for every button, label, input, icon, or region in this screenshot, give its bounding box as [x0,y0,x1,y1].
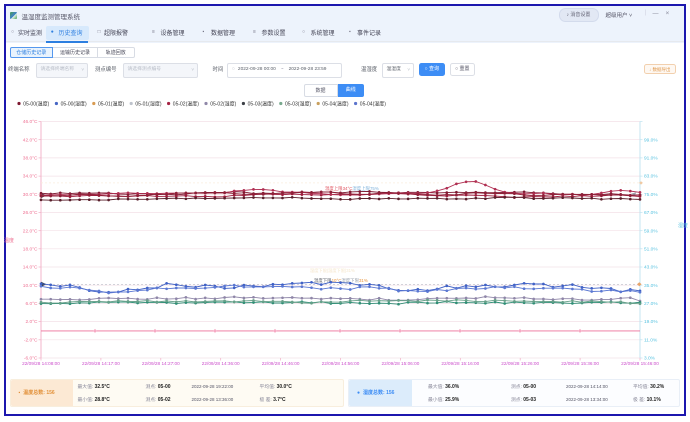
svg-text:05-00(温度): 05-00(温度) [23,101,49,108]
svg-text:42.0°C: 42.0°C [23,137,38,143]
svg-text:18.0°C: 18.0°C [23,246,38,252]
svg-text:温度上限34°C湿度上限75%: 温度上限34°C湿度上限75% [325,185,379,192]
svg-text:05-02(温度): 05-02(温度) [173,101,199,108]
svg-text:2.0°C: 2.0°C [25,319,38,325]
svg-text:22/09/28 14:46:00: 22/09/28 14:46:00 [262,361,300,366]
svg-text:83.0%: 83.0% [644,174,658,180]
svg-text:22/09/28 15:36:00: 22/09/28 15:36:00 [561,361,599,366]
svg-text:27.0%: 27.0% [644,301,658,307]
svg-text:19.0%: 19.0% [644,319,658,325]
svg-text:59.0%: 59.0% [644,228,658,234]
svg-text:22/09/28 14:36:00: 22/09/28 14:36:00 [202,361,240,366]
svg-text:05-00(湿度): 05-00(湿度) [61,101,87,108]
svg-text:22.0°C: 22.0°C [23,228,38,234]
svg-text:43.0%: 43.0% [644,265,658,271]
svg-text:46.0°C: 46.0°C [23,119,38,125]
svg-text:05-03(湿度): 05-03(湿度) [285,101,311,108]
svg-text:75.0%: 75.0% [644,192,658,198]
svg-text:-2.0°C: -2.0°C [24,337,38,343]
svg-text:湿度下限(湿度下限)31%: 湿度下限(湿度下限)31% [310,267,355,274]
svg-text:34.0°C: 34.0°C [23,174,38,180]
svg-text:22/09/28 15:46:00: 22/09/28 15:46:00 [621,361,659,366]
svg-text:6.0°C: 6.0°C [25,301,38,307]
svg-text:05-02(湿度): 05-02(湿度) [210,101,236,108]
svg-text:22/09/28 15:06:00: 22/09/28 15:06:00 [382,361,420,366]
svg-text:11.0%: 11.0% [644,337,658,343]
svg-text:05-04(湿度): 05-04(湿度) [360,101,386,108]
svg-text:67.0%: 67.0% [644,210,658,216]
svg-text:22/09/28 14:56:00: 22/09/28 14:56:00 [322,361,360,366]
svg-text:35.0%: 35.0% [644,283,658,289]
svg-text:30.0°C: 30.0°C [23,192,38,198]
svg-text:05-03(温度): 05-03(温度) [248,101,274,108]
svg-text:05-01(湿度): 05-01(湿度) [135,101,161,108]
svg-text:99.0%: 99.0% [644,137,658,143]
svg-text:10.0°C: 10.0°C [23,283,38,289]
svg-text:05-04(温度): 05-04(温度) [322,101,348,108]
svg-text:26.0°C: 26.0°C [23,210,38,216]
svg-text:91.0%: 91.0% [644,156,658,162]
svg-text:22/09/28 15:16:00: 22/09/28 15:16:00 [441,361,479,366]
svg-text:22/09/28 15:26:00: 22/09/28 15:26:00 [501,361,539,366]
svg-text:38.0°C: 38.0°C [23,156,38,162]
svg-text:51.0%: 51.0% [644,246,658,252]
svg-text:05-01(温度): 05-01(温度) [98,101,124,108]
svg-text:22/09/28 14:27:00: 22/09/28 14:27:00 [142,361,180,366]
svg-text:温度: 温度 [4,237,14,244]
svg-text:14.0°C: 14.0°C [23,265,38,271]
svg-text:湿度: 湿度 [678,222,688,229]
svg-text:22/09/28 14:17:00: 22/09/28 14:17:00 [82,361,120,366]
svg-text:22/09/28 14:08:00: 22/09/28 14:08:00 [22,361,60,366]
